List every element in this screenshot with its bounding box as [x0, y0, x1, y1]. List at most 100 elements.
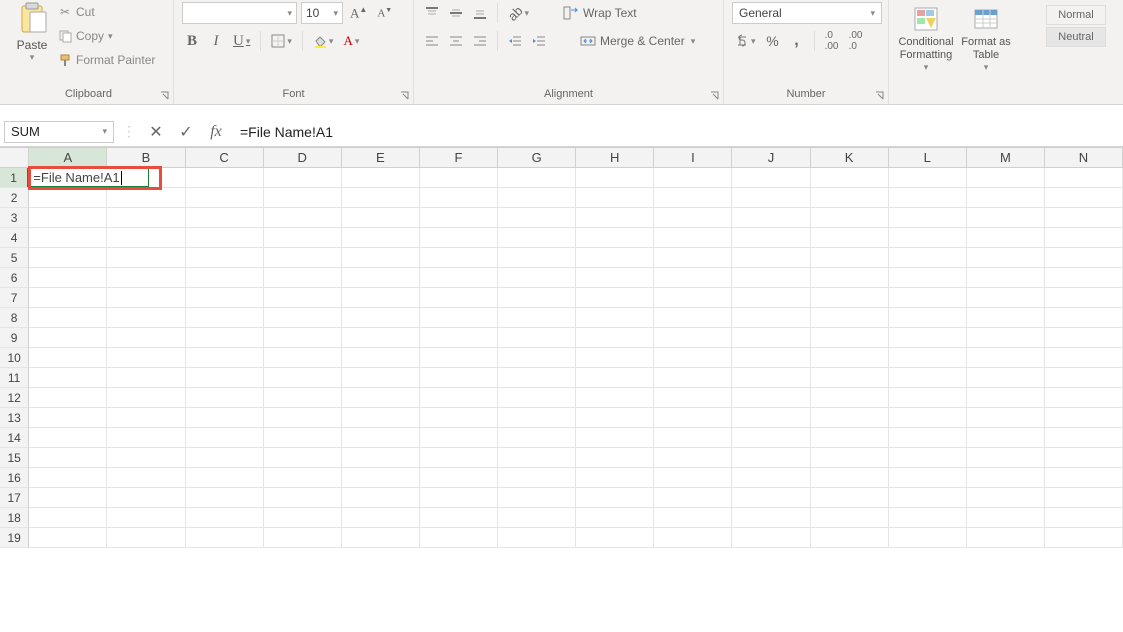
cell-C14[interactable] [186, 428, 264, 448]
cell-B2[interactable] [107, 188, 185, 208]
dialog-launcher-clipboard[interactable] [160, 91, 170, 101]
cell-D4[interactable] [264, 228, 342, 248]
cell-L5[interactable] [889, 248, 967, 268]
cell-H6[interactable] [576, 268, 654, 288]
cell-D14[interactable] [264, 428, 342, 448]
cell-I16[interactable] [654, 468, 732, 488]
cell-J19[interactable] [732, 528, 810, 548]
increase-font-button[interactable]: A▲ [347, 2, 370, 24]
cell-D5[interactable] [264, 248, 342, 268]
cell-B19[interactable] [107, 528, 185, 548]
cell-L4[interactable] [889, 228, 967, 248]
cell-M5[interactable] [967, 248, 1045, 268]
cell-M14[interactable] [967, 428, 1045, 448]
cell-J18[interactable] [732, 508, 810, 528]
cell-A19[interactable] [29, 528, 107, 548]
options-icon[interactable]: ⋮ [122, 123, 136, 140]
row-header-1[interactable]: 1 [0, 168, 29, 188]
row-header-9[interactable]: 9 [0, 328, 29, 348]
cell-A16[interactable] [29, 468, 107, 488]
fill-color-button[interactable] [310, 30, 337, 52]
cell-A10[interactable] [29, 348, 107, 368]
cell-B7[interactable] [107, 288, 185, 308]
column-header-L[interactable]: L [889, 148, 967, 168]
cell-J12[interactable] [732, 388, 810, 408]
cell-K9[interactable] [811, 328, 889, 348]
cell-C13[interactable] [186, 408, 264, 428]
cell-A4[interactable] [29, 228, 107, 248]
cell-I15[interactable] [654, 448, 732, 468]
cell-D16[interactable] [264, 468, 342, 488]
active-cell-editor[interactable]: =File Name!A1 [29, 168, 149, 187]
cell-C4[interactable] [186, 228, 264, 248]
cell-E3[interactable] [342, 208, 420, 228]
cell-M7[interactable] [967, 288, 1045, 308]
cell-K2[interactable] [811, 188, 889, 208]
cell-L10[interactable] [889, 348, 967, 368]
cell-B9[interactable] [107, 328, 185, 348]
cell-C8[interactable] [186, 308, 264, 328]
cell-N6[interactable] [1045, 268, 1123, 288]
cell-E17[interactable] [342, 488, 420, 508]
cell-J10[interactable] [732, 348, 810, 368]
row-header-15[interactable]: 15 [0, 448, 29, 468]
cell-C5[interactable] [186, 248, 264, 268]
cell-H5[interactable] [576, 248, 654, 268]
cell-K8[interactable] [811, 308, 889, 328]
format-as-table-button[interactable]: Format as Table ▾ [957, 2, 1015, 73]
cell-G15[interactable] [498, 448, 576, 468]
enter-formula-button[interactable]: ✓ [174, 121, 198, 143]
cell-N12[interactable] [1045, 388, 1123, 408]
cell-D18[interactable] [264, 508, 342, 528]
cell-G19[interactable] [498, 528, 576, 548]
cell-H15[interactable] [576, 448, 654, 468]
cell-C6[interactable] [186, 268, 264, 288]
cell-D15[interactable] [264, 448, 342, 468]
cell-K17[interactable] [811, 488, 889, 508]
cell-F17[interactable] [420, 488, 498, 508]
cell-C7[interactable] [186, 288, 264, 308]
cell-I6[interactable] [654, 268, 732, 288]
cell-I14[interactable] [654, 428, 732, 448]
cell-I11[interactable] [654, 368, 732, 388]
column-header-D[interactable]: D [264, 148, 342, 168]
decrease-indent-button[interactable] [505, 30, 525, 52]
cell-L16[interactable] [889, 468, 967, 488]
cell-A5[interactable] [29, 248, 107, 268]
cell-F16[interactable] [420, 468, 498, 488]
cell-M8[interactable] [967, 308, 1045, 328]
row-header-18[interactable]: 18 [0, 508, 29, 528]
cell-H13[interactable] [576, 408, 654, 428]
conditional-formatting-button[interactable]: Conditional Formatting ▾ [897, 2, 955, 73]
cell-I1[interactable] [654, 168, 732, 188]
dialog-launcher-alignment[interactable] [710, 91, 720, 101]
cell-A9[interactable] [29, 328, 107, 348]
cell-G3[interactable] [498, 208, 576, 228]
cell-B16[interactable] [107, 468, 185, 488]
cell-J6[interactable] [732, 268, 810, 288]
cell-A18[interactable] [29, 508, 107, 528]
insert-function-button[interactable]: fx [204, 121, 228, 143]
row-header-13[interactable]: 13 [0, 408, 29, 428]
cell-M4[interactable] [967, 228, 1045, 248]
cell-B3[interactable] [107, 208, 185, 228]
cell-K5[interactable] [811, 248, 889, 268]
comma-button[interactable]: , [787, 30, 807, 52]
cell-I10[interactable] [654, 348, 732, 368]
cell-G18[interactable] [498, 508, 576, 528]
cell-C3[interactable] [186, 208, 264, 228]
row-header-3[interactable]: 3 [0, 208, 29, 228]
cell-G16[interactable] [498, 468, 576, 488]
cell-I2[interactable] [654, 188, 732, 208]
cell-F1[interactable] [420, 168, 498, 188]
borders-button[interactable] [268, 30, 295, 52]
dialog-launcher-font[interactable] [400, 91, 410, 101]
font-color-button[interactable]: A [340, 30, 362, 52]
align-middle-button[interactable] [446, 2, 466, 24]
cell-A13[interactable] [29, 408, 107, 428]
cell-N1[interactable] [1045, 168, 1123, 188]
row-header-12[interactable]: 12 [0, 388, 29, 408]
cell-N8[interactable] [1045, 308, 1123, 328]
cell-F19[interactable] [420, 528, 498, 548]
cell-E2[interactable] [342, 188, 420, 208]
